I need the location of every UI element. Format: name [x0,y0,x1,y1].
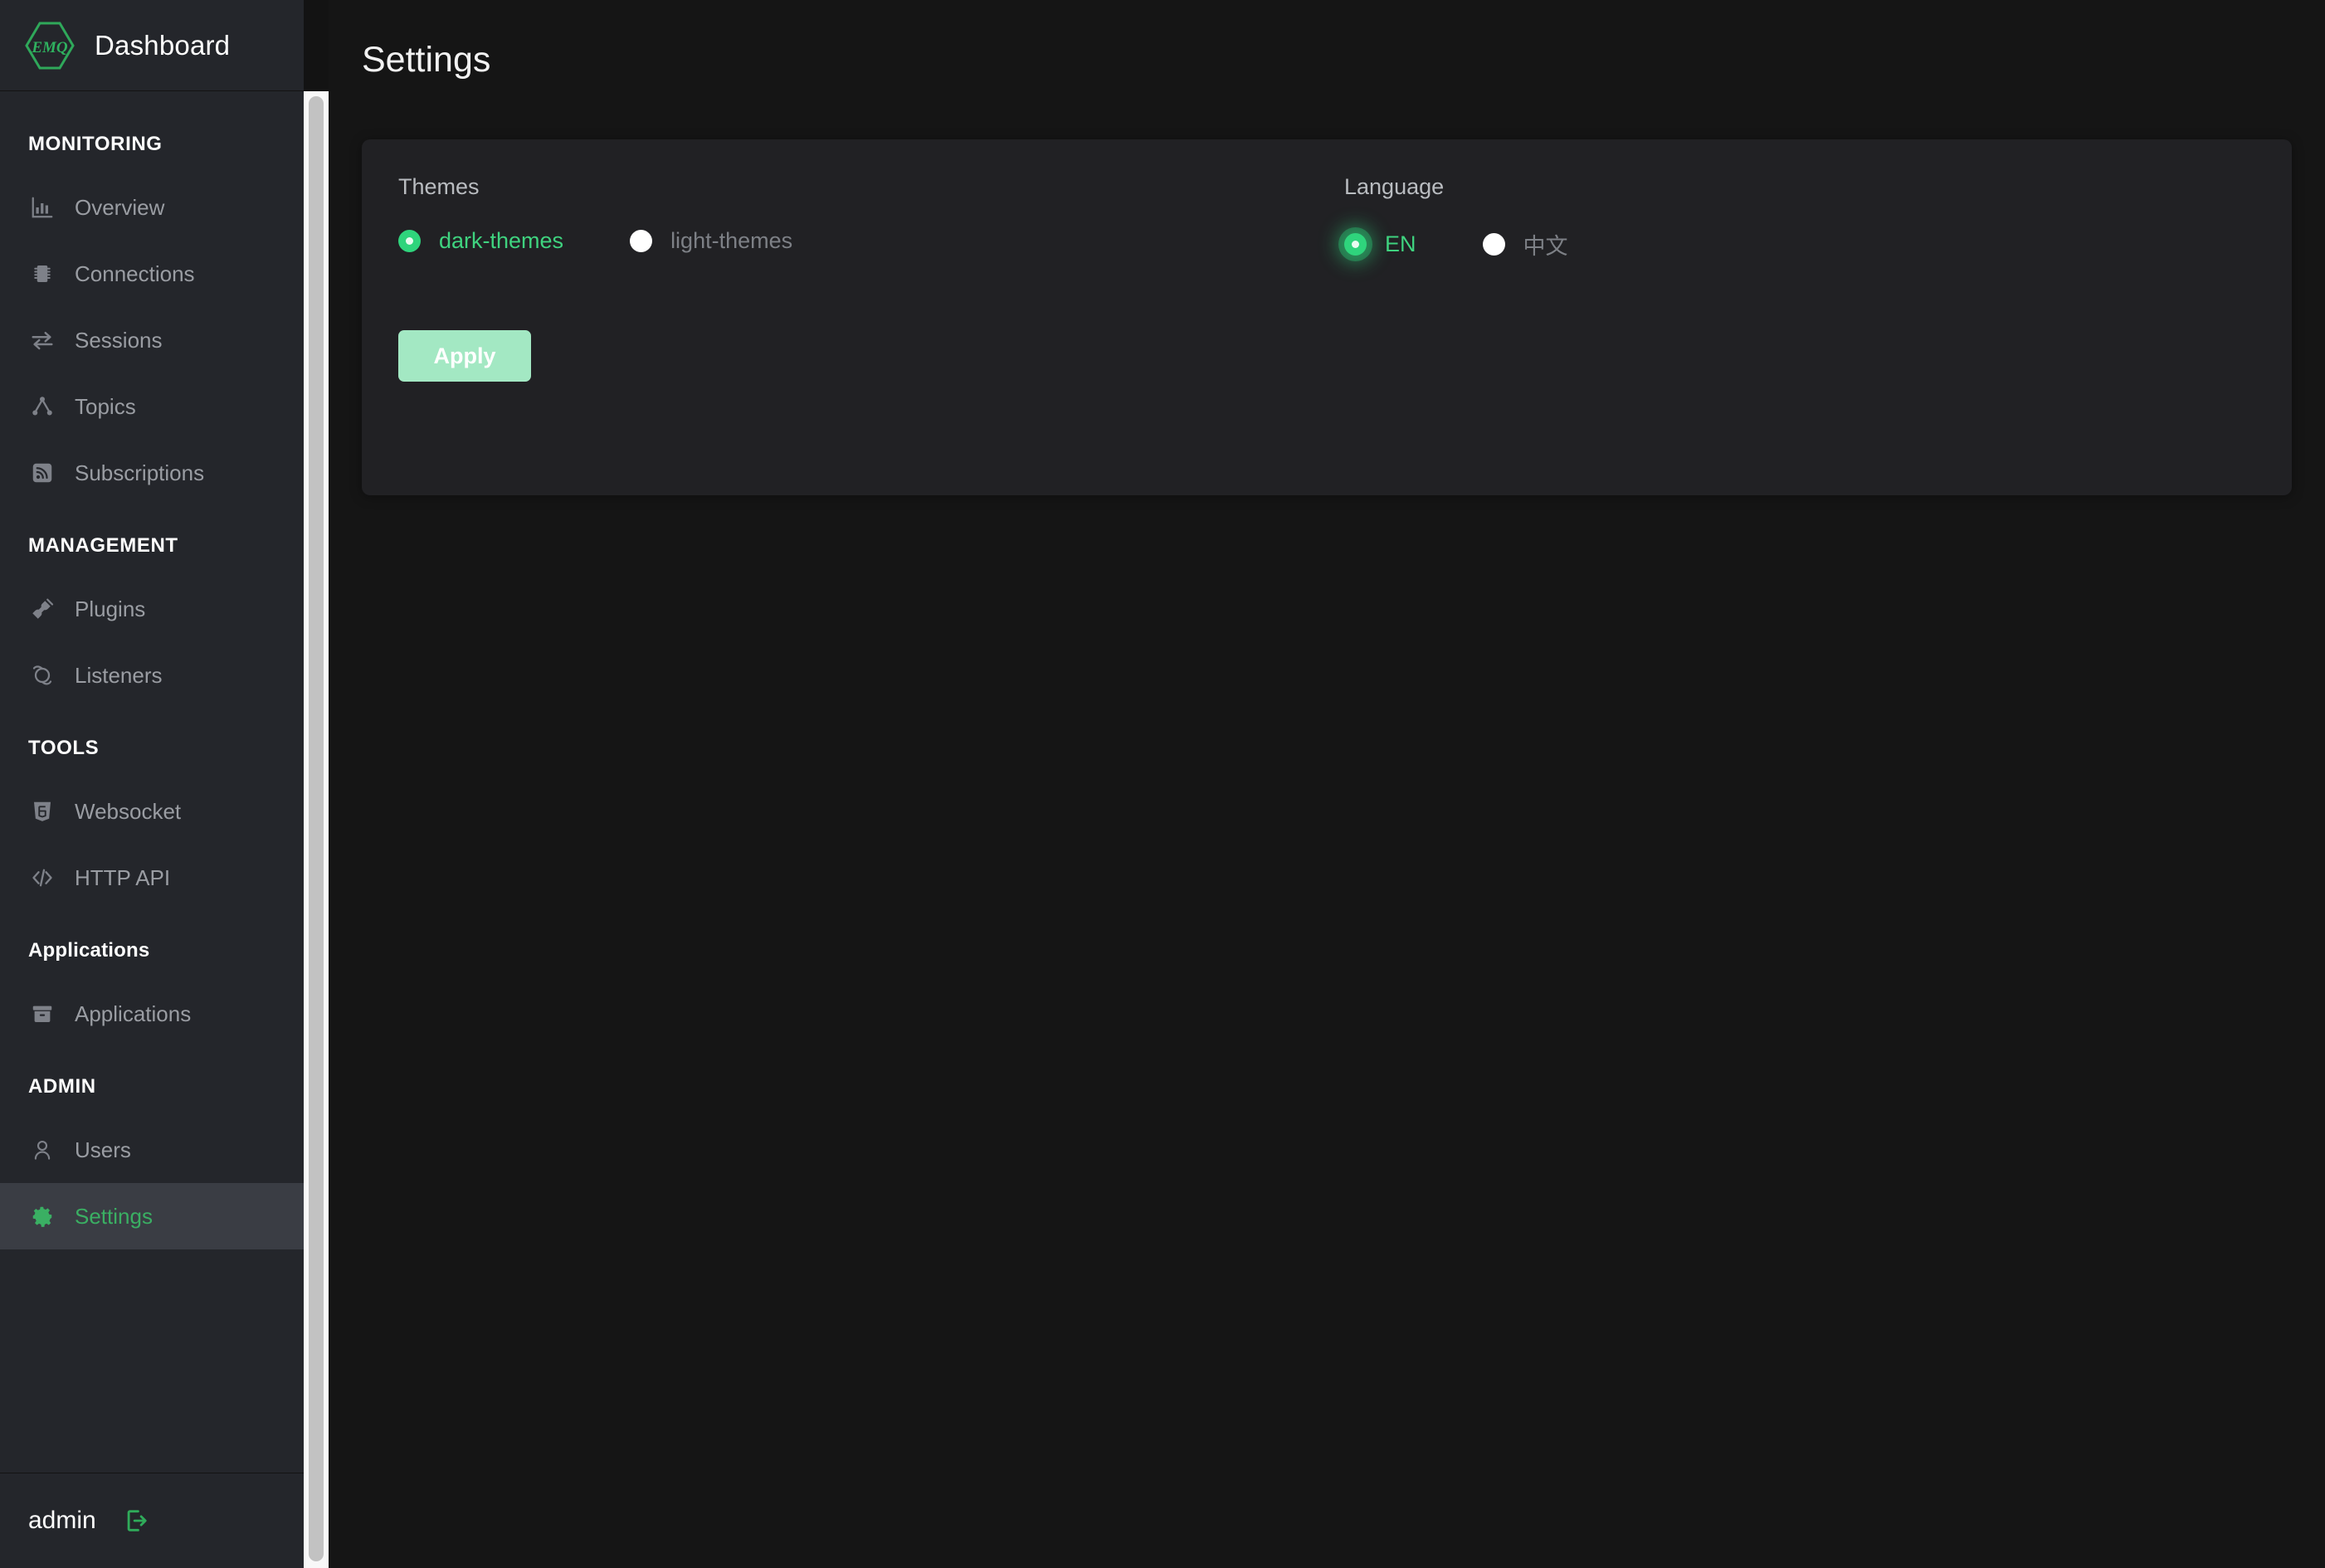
language-radio-row: EN 中文 [1344,228,1635,261]
gear-icon [28,1202,56,1230]
settings-columns: Themes dark-themes light-themes Language… [398,174,2255,261]
sidebar-item-topics[interactable]: Topics [0,373,304,440]
language-label: Language [1344,174,1445,199]
radio-dot-icon [1344,233,1367,256]
sidebar-nav: MONITORING Overview Connections Sessions… [0,91,304,1473]
sidebar-item-label: Subscriptions [75,460,205,485]
archive-box-icon [28,1000,56,1028]
sidebar-item-listeners[interactable]: Listeners [0,642,304,709]
radio-dark-themes[interactable]: dark-themes [398,228,563,254]
main-content: Settings Themes dark-themes light-themes [329,0,2325,1568]
sidebar-item-overview[interactable]: Overview [0,174,304,241]
sidebar-item-settings[interactable]: Settings [0,1183,304,1249]
sidebar-item-label: Settings [75,1203,153,1229]
sidebar-item-label: Websocket [75,798,182,824]
radio-dot-icon [630,230,653,252]
sidebar-item-label: Plugins [75,596,146,621]
sidebar-item-applications[interactable]: Applications [0,981,304,1047]
apply-button[interactable]: Apply [398,330,531,382]
radio-label: light-themes [670,228,793,253]
exchange-arrows-icon [28,326,56,354]
language-group: Language EN 中文 [1344,174,1635,261]
sidebar-item-connections[interactable]: Connections [0,241,304,307]
brand-header[interactable]: EMQ Dashboard [0,0,304,91]
html5-shield-icon [28,797,56,825]
radio-language-zh[interactable]: 中文 [1482,228,1568,261]
nav-section-monitoring: MONITORING [28,133,163,155]
sidebar-item-label: Users [75,1137,131,1162]
themes-label: Themes [398,174,480,199]
sidebar-inner: EMQ Dashboard MONITORING Overview Connec… [0,0,304,1568]
sidebar-item-subscriptions[interactable]: Subscriptions [0,440,304,506]
listener-icon [28,661,56,689]
sidebar-scrollbar-thumb[interactable] [309,96,324,1561]
plug-icon [28,595,56,623]
sidebar-item-label: Sessions [75,327,163,353]
code-brackets-icon [28,864,56,892]
brand-title: Dashboard [95,29,231,61]
sidebar-item-label: Listeners [75,662,163,688]
user-icon [28,1136,56,1164]
sidebar-item-label: Overview [75,194,165,220]
sidebar-item-websocket[interactable]: Websocket [0,778,304,845]
username-label: admin [28,1507,96,1534]
sidebar-item-http-api[interactable]: HTTP API [0,845,304,911]
radio-light-themes[interactable]: light-themes [630,228,792,254]
radio-dot-icon [1482,233,1505,256]
nav-section-applications: Applications [28,939,150,962]
sidebar-item-label: Applications [75,1001,192,1026]
user-bar: admin [0,1473,304,1568]
node-tree-icon [28,392,56,421]
logout-icon[interactable] [123,1507,151,1535]
themes-group: Themes dark-themes light-themes [398,174,1344,261]
sidebar-item-label: HTTP API [75,864,171,890]
nav-section-tools: TOOLS [28,737,100,759]
rss-feed-icon [28,459,56,487]
radio-label: 中文 [1523,234,1568,259]
nav-section-management: MANAGEMENT [28,534,178,557]
radio-language-en[interactable]: EN [1344,231,1416,257]
themes-radio-row: dark-themes light-themes [398,228,1344,254]
sidebar-item-label: Connections [75,261,195,286]
sidebar: EMQ Dashboard MONITORING Overview Connec… [0,0,329,1568]
svg-text:EMQ: EMQ [31,39,68,56]
emq-hexagon-logo-icon: EMQ [23,19,76,72]
radio-label: EN [1385,231,1416,256]
sidebar-item-users[interactable]: Users [0,1117,304,1183]
sidebar-item-label: Topics [75,393,136,419]
bar-chart-icon [28,193,56,222]
chip-icon [28,260,56,288]
radio-dot-icon [398,230,421,252]
sidebar-item-sessions[interactable]: Sessions [0,307,304,373]
app-root: EMQ Dashboard MONITORING Overview Connec… [0,0,2325,1568]
nav-section-admin: ADMIN [28,1075,96,1098]
settings-card: Themes dark-themes light-themes Language… [362,139,2292,495]
sidebar-item-plugins[interactable]: Plugins [0,576,304,642]
page-title: Settings [362,40,491,80]
radio-label: dark-themes [439,228,564,253]
